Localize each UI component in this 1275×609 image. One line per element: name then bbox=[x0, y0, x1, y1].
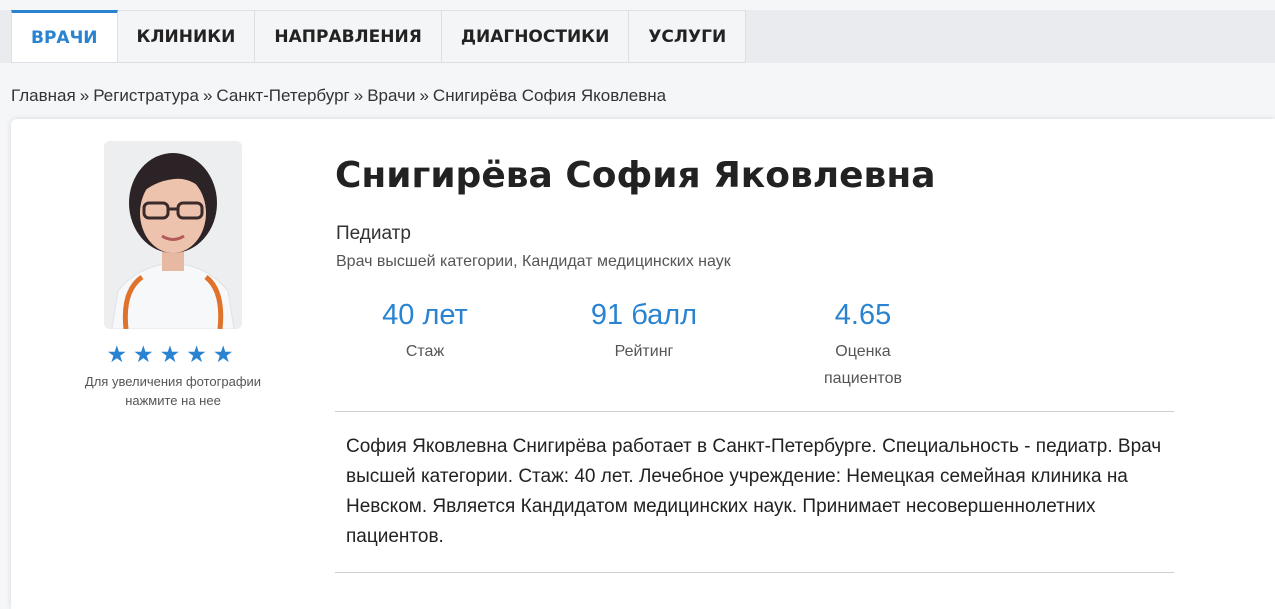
tab-services[interactable]: УСЛУГИ bbox=[629, 10, 747, 63]
tab-doctors[interactable]: ВРАЧИ bbox=[11, 10, 118, 63]
rating-stars: ★★★★★ bbox=[106, 341, 240, 367]
stat-experience-value: 40 лет bbox=[382, 299, 468, 331]
doctor-description: София Яковлевна Снигирёва работает в Сан… bbox=[346, 436, 1162, 547]
stat-rating-value: 91 балл bbox=[590, 299, 698, 331]
stat-patient-score-label: Оценка пациентов bbox=[824, 343, 902, 387]
photo-hint: Для увеличения фотографии нажмите на нее bbox=[84, 374, 262, 408]
doctor-portrait-image bbox=[104, 141, 242, 329]
divider bbox=[335, 411, 1174, 412]
doctor-category: Врач высшей категории, Кандидат медицинс… bbox=[336, 253, 731, 270]
breadcrumb-registry[interactable]: Регистратура bbox=[93, 86, 199, 105]
doctor-name: Снигирёва София Яковлевна bbox=[335, 155, 936, 196]
divider bbox=[335, 572, 1174, 573]
stat-patient-score-value: 4.65 bbox=[834, 299, 892, 331]
doctor-photo[interactable] bbox=[104, 141, 242, 329]
breadcrumb-current: Снигирёва София Яковлевна bbox=[432, 86, 667, 105]
breadcrumb-separator: » bbox=[79, 86, 90, 105]
tab-diagnostics[interactable]: ДИАГНОСТИКИ bbox=[441, 10, 630, 63]
stat-rating-label: Рейтинг bbox=[614, 343, 674, 360]
breadcrumb-separator: » bbox=[419, 86, 429, 105]
breadcrumb-separator: » bbox=[202, 86, 213, 105]
breadcrumb-separator: » bbox=[353, 86, 364, 105]
tab-clinics[interactable]: КЛИНИКИ bbox=[117, 10, 256, 63]
stat-experience-label: Стаж bbox=[405, 343, 445, 360]
stat-patient-score: 4.65 Оценка пациентов bbox=[803, 299, 923, 392]
breadcrumb-doctors[interactable]: Врачи bbox=[367, 86, 415, 105]
breadcrumb-city[interactable]: Санкт-Петербург bbox=[216, 86, 349, 105]
stat-experience: 40 лет Стаж bbox=[355, 299, 495, 365]
breadcrumb: Главная» Регистратура» Санкт-Петербург» Вра… bbox=[11, 86, 666, 106]
main-nav-tabs: ВРАЧИ КЛИНИКИ НАПРАВЛЕНИЯ ДИАГНОСТИКИ УС… bbox=[11, 10, 747, 63]
stat-rating: 91 балл Рейтинг bbox=[574, 299, 714, 365]
breadcrumb-home[interactable]: Главная bbox=[11, 86, 76, 105]
doctor-specialty: Педиатр bbox=[336, 223, 411, 244]
doctor-card: ★★★★★ Для увеличения фотографии нажмите … bbox=[11, 119, 1275, 609]
tab-directions[interactable]: НАПРАВЛЕНИЯ bbox=[255, 10, 442, 63]
